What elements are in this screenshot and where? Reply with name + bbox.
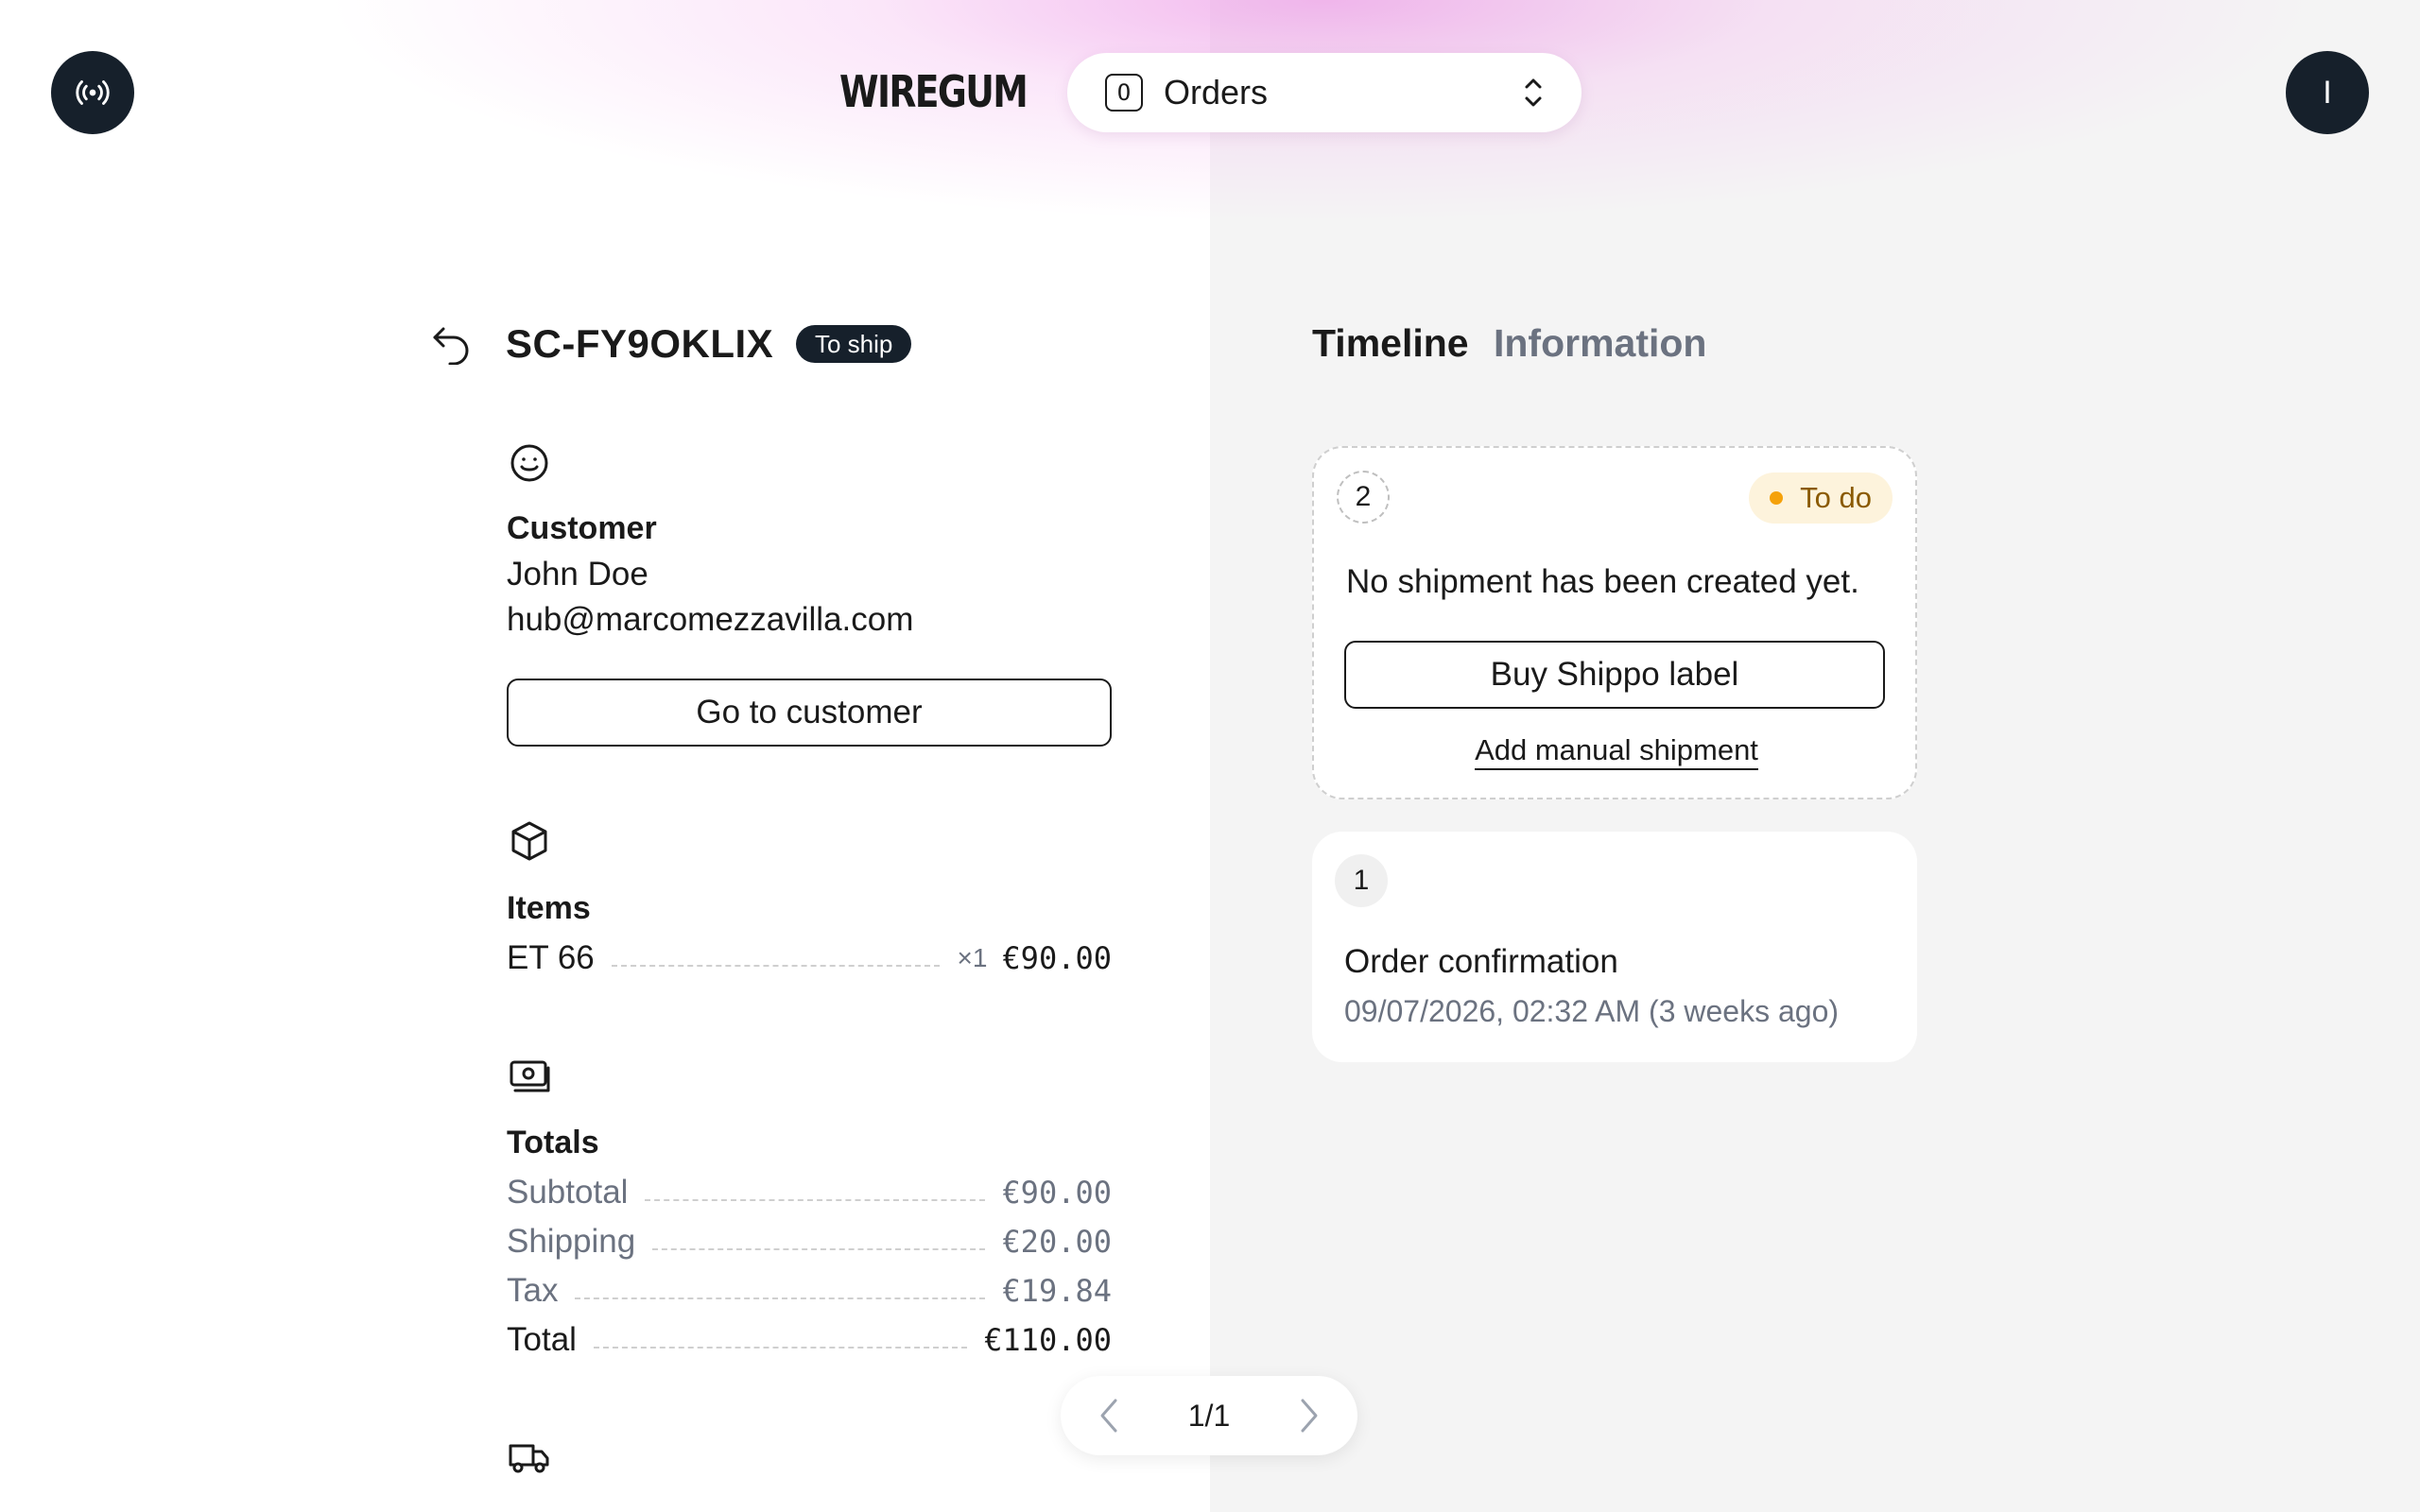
- totals-title: Totals: [507, 1125, 599, 1160]
- item-name: ET 66: [507, 939, 595, 976]
- chevron-right-icon[interactable]: [1297, 1397, 1320, 1435]
- app-logo[interactable]: WIREGUM: [839, 66, 1028, 117]
- tab-information[interactable]: Information: [1494, 321, 1706, 366]
- broadcast-icon: [76, 80, 110, 105]
- package-box-icon: [511, 821, 547, 861]
- user-initial: I: [2323, 74, 2332, 111]
- pagination: 1/1: [1061, 1376, 1357, 1455]
- chevron-up-down-icon: [1525, 78, 1542, 107]
- tax-value: €19.84: [1002, 1273, 1112, 1309]
- subtotal-value: €90.00: [1002, 1175, 1112, 1211]
- selector-label: Orders: [1164, 73, 1269, 112]
- buy-shippo-label-button[interactable]: Buy Shippo label: [1344, 641, 1885, 709]
- total-label: Total: [507, 1321, 577, 1358]
- step-number: 2: [1337, 471, 1390, 524]
- dotted-leader: [593, 1347, 968, 1349]
- tab-timeline[interactable]: Timeline: [1312, 321, 1469, 366]
- dotted-leader: [575, 1297, 986, 1299]
- page-indicator: 1/1: [1187, 1398, 1231, 1433]
- status-badge: To ship: [796, 325, 912, 363]
- tax-row: Tax €19.84: [507, 1270, 1112, 1312]
- item-price: €90.00: [1002, 940, 1112, 976]
- shipment-card: 2 To do No shipment has been created yet…: [1312, 446, 1917, 799]
- shipping-row: Shipping €20.00: [507, 1221, 1112, 1263]
- back-arrow-icon[interactable]: [430, 321, 474, 365]
- section-selector[interactable]: O Orders: [1067, 53, 1582, 132]
- order-id: SC-FY9OKLIX: [506, 321, 774, 366]
- user-avatar-button[interactable]: I: [2286, 51, 2369, 134]
- status-dot: [1770, 491, 1784, 505]
- order-confirmation-card: 1 Order confirmation 09/07/2026, 02:32 A…: [1312, 832, 1917, 1062]
- truck-icon: [509, 1444, 549, 1473]
- list-item: ET 66 ×1 €90.00: [507, 937, 1112, 979]
- confirmation-date: 09/07/2026, 02:32 AM (3 weeks ago): [1344, 994, 1840, 1028]
- customer-title: Customer: [507, 510, 657, 546]
- total-row: Total €110.00: [507, 1319, 1112, 1361]
- customer-email: hub@marcomezzavilla.com: [507, 601, 914, 638]
- todo-badge: To do: [1749, 472, 1893, 524]
- shipping-value: €20.00: [1002, 1224, 1112, 1260]
- smiley-face-icon: [510, 444, 548, 482]
- total-value: €110.00: [984, 1322, 1112, 1358]
- go-to-customer-button[interactable]: Go to customer: [507, 679, 1112, 747]
- add-manual-shipment-label: Add manual shipment: [1475, 733, 1758, 770]
- todo-label: To do: [1800, 481, 1872, 514]
- item-quantity: ×1: [957, 943, 988, 972]
- subtotal-row: Subtotal €90.00: [507, 1172, 1112, 1213]
- shipping-label: Shipping: [507, 1223, 636, 1260]
- confirmation-title: Order confirmation: [1344, 943, 1618, 980]
- broadcast-button[interactable]: [51, 51, 134, 134]
- subtotal-label: Subtotal: [507, 1174, 629, 1211]
- dotted-leader: [652, 1248, 986, 1250]
- banknote-icon: [510, 1060, 550, 1092]
- chevron-left-icon[interactable]: [1098, 1397, 1121, 1435]
- step-number: 1: [1335, 854, 1388, 907]
- items-title: Items: [507, 890, 591, 926]
- dotted-leader: [611, 965, 941, 967]
- customer-name: John Doe: [507, 556, 648, 593]
- tax-label: Tax: [507, 1272, 559, 1309]
- shortcut-key: O: [1105, 74, 1143, 112]
- add-manual-shipment-link[interactable]: Add manual shipment: [1314, 733, 1919, 770]
- dotted-leader: [645, 1199, 986, 1201]
- shipment-message: No shipment has been created yet.: [1346, 563, 1859, 600]
